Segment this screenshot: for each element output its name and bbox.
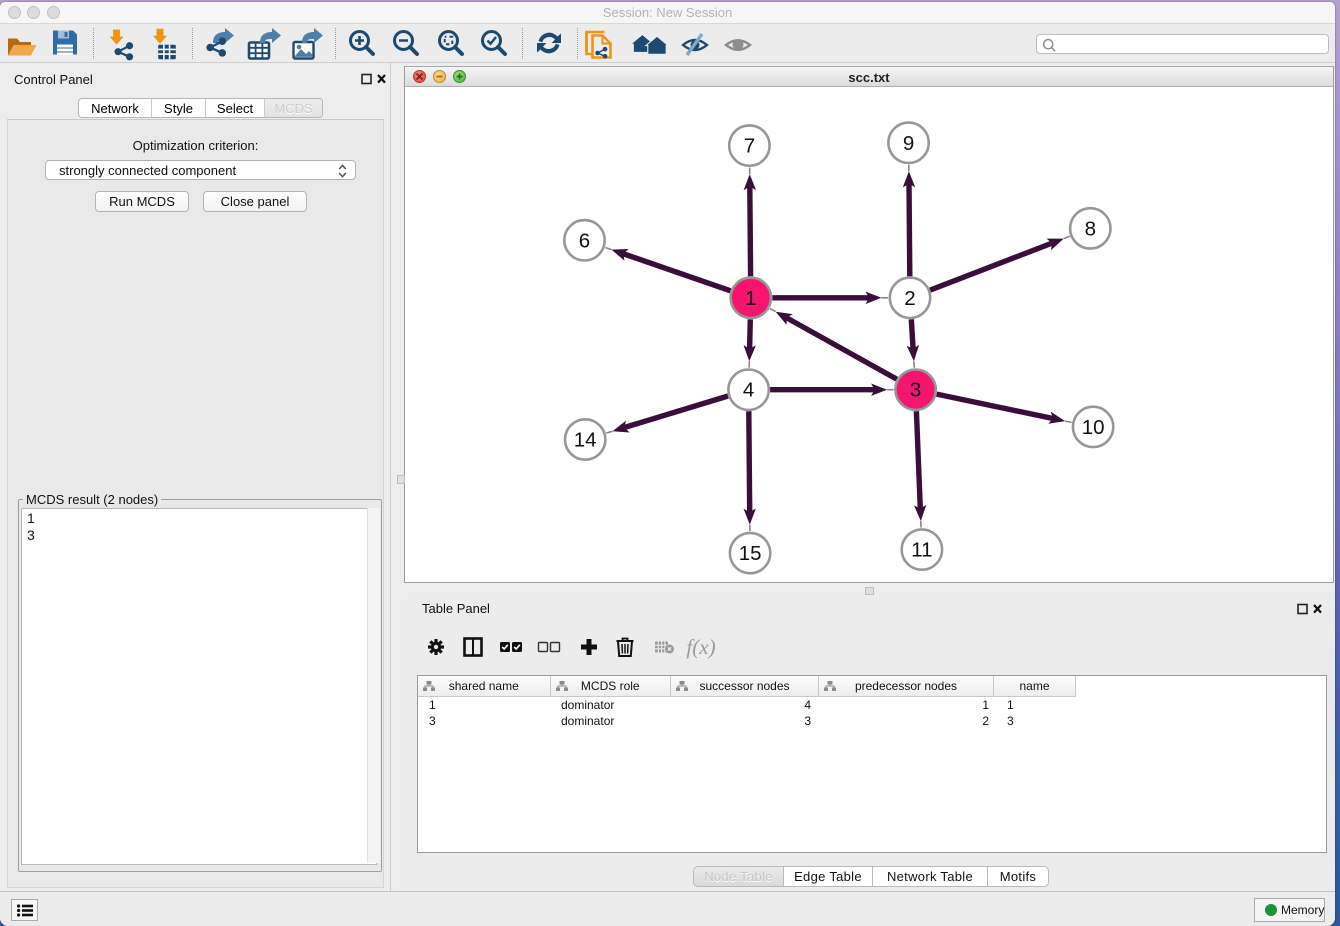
svg-text:7: 7 <box>744 135 755 158</box>
svg-text:3: 3 <box>910 379 921 402</box>
svg-text:1: 1 <box>745 287 756 310</box>
svg-text:2: 2 <box>904 287 915 310</box>
svg-text:f(x): f(x) <box>686 635 715 659</box>
svg-text:6: 6 <box>579 229 590 252</box>
svg-text:15: 15 <box>739 542 762 565</box>
svg-text:4: 4 <box>743 379 754 402</box>
svg-text:14: 14 <box>574 429 597 452</box>
svg-text:9: 9 <box>903 132 914 155</box>
svg-text:11: 11 <box>911 539 932 562</box>
svg-text:10: 10 <box>1082 416 1105 439</box>
svg-text:8: 8 <box>1085 217 1096 240</box>
